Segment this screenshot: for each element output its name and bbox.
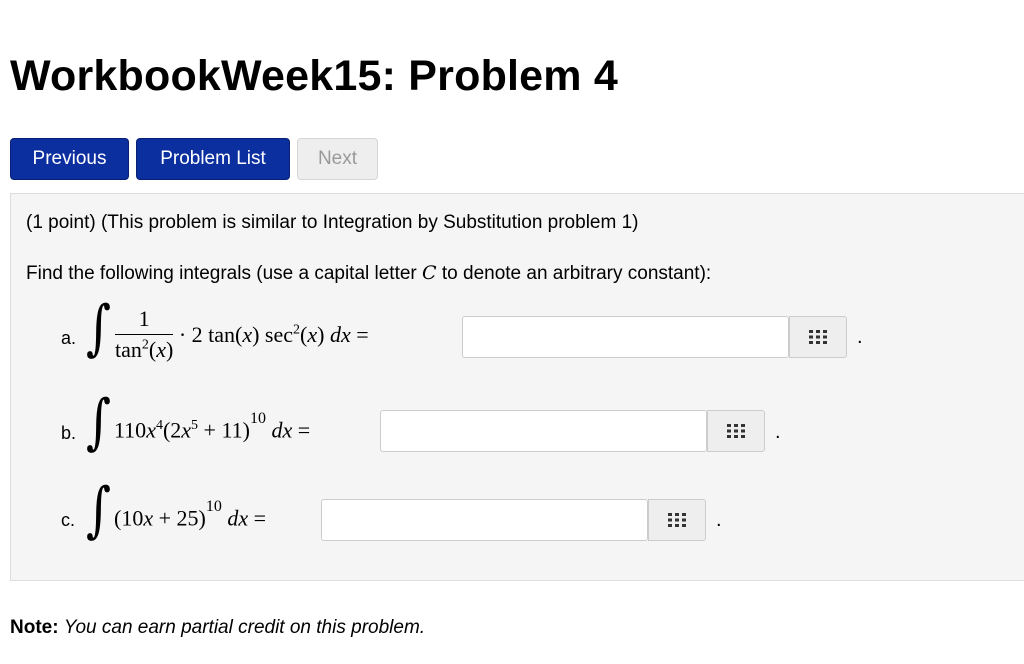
problem-panel: (1 point) (This problem is similar to In… — [10, 193, 1024, 581]
page-title: WorkbookWeek15: Problem 4 — [10, 52, 618, 100]
problem-header: (1 point) (This problem is similar to In… — [26, 212, 639, 233]
integral-sign: ∫ — [86, 475, 112, 545]
problem-instructions: Find the following integrals (use a capi… — [26, 262, 711, 285]
part-c-label: c. — [61, 510, 76, 530]
integral-sign: ∫ — [86, 387, 112, 457]
answer-input-c[interactable] — [321, 499, 648, 541]
part-a-period: . — [857, 326, 863, 348]
constant-variable: C — [422, 262, 437, 284]
note-label: Note: — [10, 617, 59, 638]
previous-button[interactable]: Previous — [10, 138, 129, 180]
grid-icon — [668, 513, 686, 527]
equation-editor-button-b[interactable] — [707, 410, 765, 452]
part-b-period: . — [775, 421, 781, 443]
part-b-expression: 110x4(2x5 + 11)10 dx = — [114, 410, 311, 443]
answer-input-b[interactable] — [380, 410, 707, 452]
part-a-expression: 1 tan2(x) · 2 tan(x) sec2(x) dx = — [115, 306, 369, 362]
equation-editor-button-c[interactable] — [648, 499, 706, 541]
part-b-label: b. — [61, 423, 77, 443]
part-a-label: a. — [61, 328, 77, 348]
answer-input-a[interactable] — [462, 316, 789, 358]
part-c-expression: (10x + 25)10 dx = — [114, 498, 267, 531]
instructions-prefix: Find the following integrals (use a capi… — [26, 263, 423, 284]
next-button[interactable]: Next — [297, 138, 378, 180]
grid-icon — [809, 330, 827, 344]
note-text: You can earn partial credit on this prob… — [63, 617, 426, 638]
integral-sign: ∫ — [86, 293, 112, 363]
equation-editor-button-a[interactable] — [789, 316, 847, 358]
part-c-period: . — [716, 509, 722, 531]
partial-credit-note: Note: You can earn partial credit on thi… — [10, 617, 425, 639]
grid-icon — [727, 424, 745, 438]
problem-list-button[interactable]: Problem List — [136, 138, 290, 180]
instructions-suffix: to denote an arbitrary constant): — [436, 263, 712, 284]
